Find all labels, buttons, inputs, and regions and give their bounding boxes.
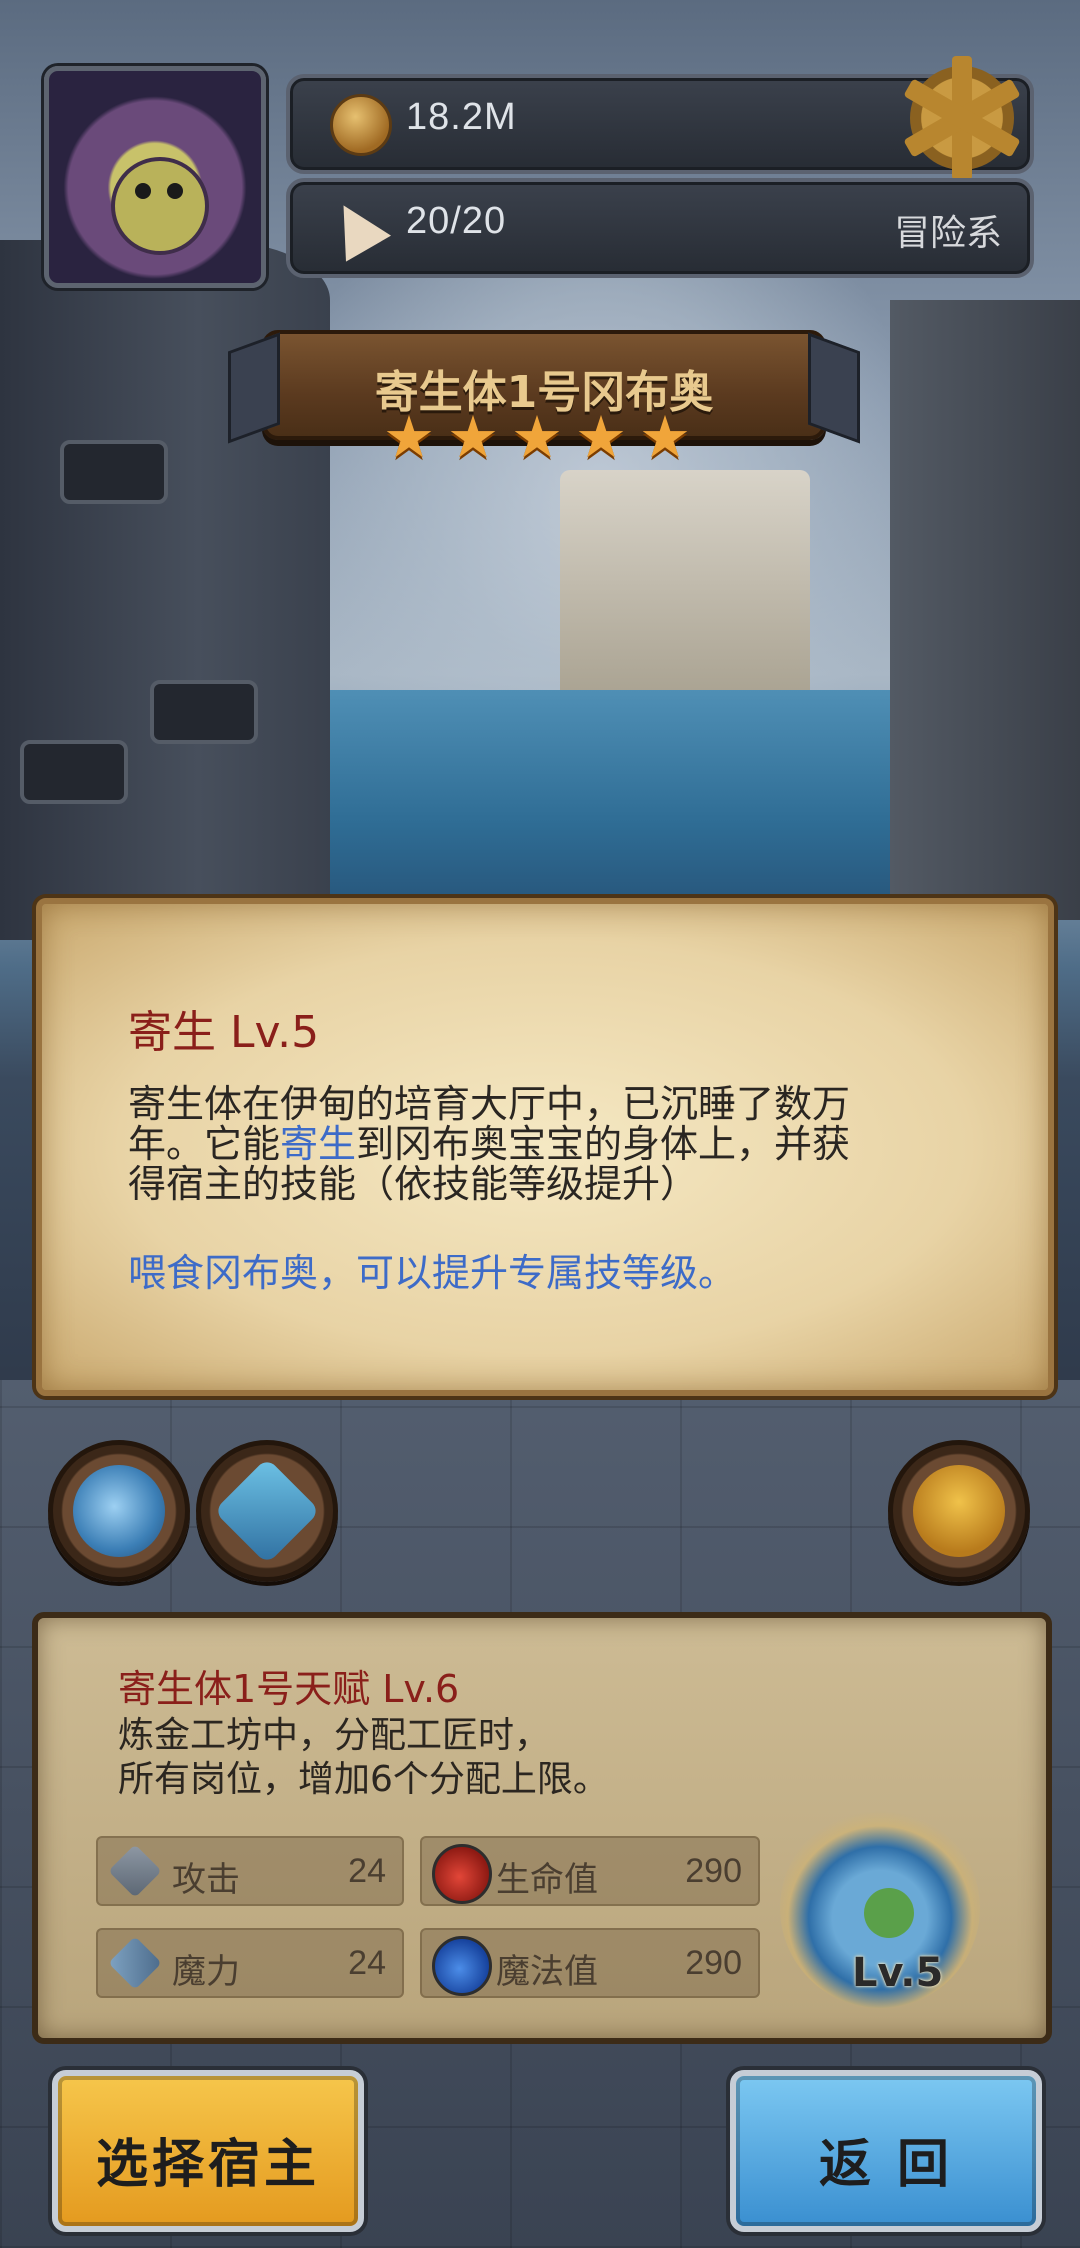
select-host-label: 选择宿主 [95,2135,320,2195]
talent-desc-line: 炼金工坊中，分配工匠时， [118,1715,551,1756]
skill-title: 寄生 Lv.5 [128,1007,320,1058]
talent-desc-line: 所有岗位，增加6个分配上限。 [118,1759,609,1800]
stat-value: 290 [685,1944,742,1982]
orb-icon [73,1465,165,1557]
stat-label: 魔法值 [496,1952,598,1992]
stat-value: 290 [685,1852,742,1890]
select-host-button[interactable]: 选择宿主 [52,2070,364,2232]
skill-description-panel: 寄生 Lv.5 寄生体在伊甸的培育大厅中，已沉睡了数万 年。它能寄生到冈布奥宝宝… [36,898,1054,1396]
talent-description: 炼金工坊中，分配工匠时， 所有岗位，增加6个分配上限。 [118,1714,609,1802]
stat-label: 生命值 [496,1860,598,1900]
star-icon: ★ [383,403,435,471]
back-label: 返 回 [818,2135,954,2195]
background-ship-right [890,300,1080,920]
gold-amount: 18.2M [406,96,517,138]
stat-label: 魔力 [172,1952,240,1992]
stamina-value: 20/20 [406,200,507,242]
background-town [560,470,810,700]
skill-desc-text: 年。它能 [128,1122,281,1166]
skill-keyword-link[interactable]: 寄生 [280,1122,356,1166]
stat-hp: 生命值 290 [420,1836,760,1906]
star-icon: ★ [575,403,627,471]
stat-mp: 魔法值 290 [420,1928,760,1998]
stat-attack: 攻击 24 [96,1836,404,1906]
trophy-button[interactable] [888,1440,1030,1582]
stat-magic-power: 魔力 24 [96,1928,404,1998]
tile-skill-button[interactable] [196,1440,338,1582]
background-water [280,690,900,910]
star-rating: ★ ★ ★ ★ ★ [382,403,692,471]
player-avatar[interactable] [44,66,266,288]
star-icon: ★ [639,403,691,471]
cannon [60,440,168,504]
star-icon: ★ [447,403,499,471]
skill-desc-line: 得宿主的技能（依技能等级提升） [128,1162,699,1206]
settings-gear-icon[interactable] [903,56,1021,180]
pet-level: Lv.5 [852,1950,944,1996]
stat-value: 24 [348,1852,386,1890]
star-icon: ★ [511,403,563,471]
wand-icon [108,1936,162,1990]
blue-potion-icon [432,1936,492,1996]
back-button[interactable]: 返 回 [730,2070,1042,2232]
skill-desc-line: 年。它能寄生到冈布奥宝宝的身体上，并获 [128,1124,988,1164]
skill-description: 寄生体在伊甸的培育大厅中，已沉睡了数万 年。它能寄生到冈布奥宝宝的身体上，并获 … [128,1084,988,1204]
coin-icon [330,94,392,156]
stat-value: 24 [348,1944,386,1982]
stat-label: 攻击 [172,1860,240,1900]
cannon [20,740,128,804]
skill-feed-hint: 喂食冈布奥，可以提升专属技等级。 [128,1251,737,1295]
avatar-face [111,157,209,255]
cake-icon [320,192,392,262]
pet-face [864,1888,914,1938]
skill-desc-text: 到冈布奥宝宝的身体上，并获 [356,1122,851,1166]
sword-icon [108,1844,162,1898]
skill-desc-line: 寄生体在伊甸的培育大厅中，已沉睡了数万 [128,1082,851,1126]
red-potion-icon [432,1844,492,1904]
stamina-bar: 20/20 冒险系 [286,178,1034,278]
cannon [150,680,258,744]
talent-title: 寄生体1号天赋 Lv.6 [118,1667,460,1711]
golden-statue-icon [913,1465,1005,1557]
tile-icon [213,1457,321,1565]
orb-skill-button[interactable] [48,1440,190,1582]
avatar-eye [167,183,183,199]
avatar-eye [135,183,151,199]
category-label: 冒险系 [893,213,1002,254]
